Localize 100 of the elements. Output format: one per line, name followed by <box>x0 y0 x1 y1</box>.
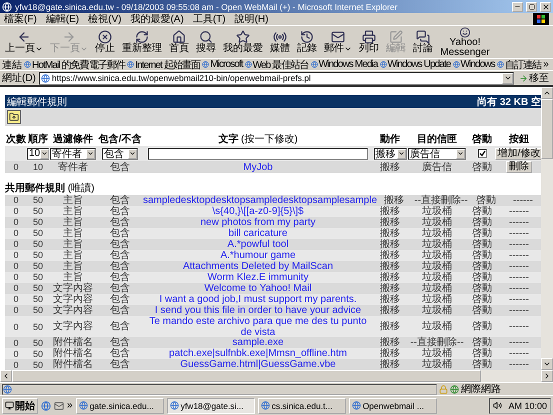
windows-logo-icon <box>533 13 549 25</box>
globe-icon <box>380 61 387 68</box>
link-item[interactable]: Microsoft <box>202 59 243 70</box>
dropdown-button[interactable] <box>502 72 513 84</box>
maximize-icon <box>528 4 534 10</box>
rule-text-link[interactable]: MyJob <box>143 162 373 173</box>
start-button[interactable]: 開始 <box>2 398 38 414</box>
toolbar-button[interactable]: 討論 <box>410 26 436 58</box>
close-icon <box>542 2 550 10</box>
rule-text-link[interactable]: GuessGame.html|GuessGame.vbe <box>143 359 373 370</box>
toolbar-button[interactable]: 搜尋 <box>193 26 219 58</box>
rule-text-link[interactable]: A.*powful tool <box>143 238 373 250</box>
column-header: 啓動 <box>471 132 493 146</box>
rule-text-link[interactable]: Welcome to Yahoo! Mail <box>143 282 373 294</box>
scrollbar-thumb[interactable] <box>541 99 553 159</box>
condition-cell-text: 包含 <box>109 337 131 348</box>
go-button[interactable]: 移至 <box>517 72 551 84</box>
link-item[interactable]: Internet 起始畫面 <box>127 58 200 72</box>
rule-text-link[interactable]: Worm Klez.E immunity <box>143 272 373 283</box>
taskbar-button[interactable]: yfw18@gate.si... <box>166 398 255 414</box>
button-cell-text: ------ <box>508 304 530 316</box>
menu-item[interactable]: 說明(H) <box>234 12 268 26</box>
rule-text-link[interactable]: sampledesktopdesktopsampledesktopsamplesample <box>143 194 378 206</box>
toolbar-button[interactable]: 停止 <box>92 26 118 58</box>
horizontal-scrollbar[interactable] <box>0 370 553 382</box>
menu-item[interactable]: 檢視(V) <box>88 12 122 26</box>
edit-icon <box>389 30 403 44</box>
field-cell-text: 主旨 <box>62 228 84 239</box>
rule-text-link[interactable]: I send you this file in order to have your advice <box>143 304 373 316</box>
menu-item[interactable]: 檔案(F) <box>4 12 37 26</box>
toolbar-button[interactable]: 列印 <box>356 26 382 58</box>
menu-item[interactable]: 我的最愛(A) <box>130 12 184 26</box>
link-item[interactable]: 自訂連結 <box>496 58 542 72</box>
menu-item[interactable]: 編輯(E) <box>46 12 80 26</box>
taskbar-button[interactable]: gate.sinica.edu... <box>76 398 164 414</box>
maximize-button[interactable] <box>526 2 537 12</box>
link-item[interactable]: HotMail 的免費電子郵件 <box>24 58 126 72</box>
rule-text-link[interactable]: bill caricature <box>143 228 373 239</box>
menu-item[interactable]: 工具(T) <box>192 12 226 26</box>
toolbar-button[interactable]: 上一頁 <box>2 26 46 58</box>
close-button[interactable] <box>540 2 551 12</box>
rule-text-link[interactable]: A.*humour game <box>143 250 373 261</box>
destination-cell-text: 垃圾桶 <box>421 238 453 250</box>
destination-cell-text: 垃圾桶 <box>421 260 453 272</box>
condition-cell-text: 包含 <box>109 206 131 217</box>
field-cell-text: 文字內容 <box>52 282 94 294</box>
rule-text-field[interactable] <box>148 148 368 160</box>
toolbar-button[interactable]: 郵件 <box>321 26 355 58</box>
rule-text-link[interactable]: patch.exe|sulfnbk.exe|Mmsn_offline.htm <box>143 348 373 359</box>
back-folder-button[interactable] <box>7 110 21 124</box>
destination-cell-text: 垃圾桶 <box>421 272 453 283</box>
link-item[interactable]: Web 最佳站台 <box>244 58 309 72</box>
field-cell-text: 主旨 <box>62 206 84 217</box>
action-select[interactable]: 搬移 <box>374 148 406 160</box>
caret-icon <box>87 150 94 158</box>
column-header: 按鈕 <box>508 132 530 146</box>
destination-select[interactable]: 廣告信 <box>408 148 466 160</box>
taskbar-button[interactable]: cs.sinica.edu.t... <box>258 398 346 414</box>
count-cell-text: 0 <box>12 322 20 332</box>
taskbar-button[interactable]: Openwebmail ... <box>348 398 437 414</box>
rule-text-link[interactable]: I want a good job,I must support my parents. <box>143 294 373 305</box>
toolbar-button[interactable]: 重新整理 <box>119 26 165 58</box>
globe-icon[interactable] <box>41 400 51 410</box>
minimize-icon <box>514 3 521 10</box>
toolbar-button[interactable]: Yahoo! Messenger <box>437 26 493 58</box>
toolbar-button[interactable]: 我的最愛 <box>220 26 266 58</box>
link-item[interactable]: Windows <box>452 59 495 70</box>
links-label: 連結 <box>2 58 22 72</box>
field-select[interactable]: 寄件者 <box>50 148 96 160</box>
link-item[interactable]: Windows Media <box>310 59 378 70</box>
rule-text-link[interactable]: new photos from my party <box>143 216 373 228</box>
toolbar-button[interactable]: 首頁 <box>166 26 192 58</box>
printer-icon <box>362 30 376 44</box>
rule-text-link[interactable]: \s{40,}\[[a-z0-9]{5}\]$ <box>143 206 373 217</box>
more-button[interactable]: » <box>67 400 73 411</box>
column-header: 次數 <box>5 132 27 146</box>
condition-select[interactable]: 包含 <box>102 148 138 160</box>
order-select[interactable]: 10 <box>27 148 49 160</box>
button-cell-text: ------ <box>508 294 530 305</box>
field-cell-text: 寄件者 <box>57 162 89 173</box>
browser-icon <box>2 2 12 12</box>
delete-button[interactable]: 刪除 <box>506 161 532 174</box>
rule-text-link[interactable]: Attachments Deleted by MailScan <box>143 260 373 272</box>
action-cell-text: 搬移 <box>379 359 401 370</box>
link-item[interactable]: Windows Update <box>380 59 451 70</box>
field-cell-text: 主旨 <box>62 260 84 272</box>
minimize-button[interactable] <box>512 2 523 12</box>
rule-text-link[interactable]: sample.exe <box>143 337 373 348</box>
vertical-scrollbar[interactable] <box>541 87 553 370</box>
status-cell-text: 啓動 <box>471 162 493 173</box>
address-field[interactable]: https://www.sinica.edu.tw/openwebmail210-bin/openwebmail-prefs.pl <box>38 72 514 84</box>
address-label: 網址(D) <box>2 72 36 85</box>
monitor-icon <box>5 401 14 410</box>
add-modify-button[interactable]: 增加/修改 <box>494 148 541 160</box>
more-links-button[interactable]: » <box>543 59 549 70</box>
enable-checkbox[interactable] <box>478 149 486 158</box>
mail-icon[interactable] <box>54 400 64 410</box>
toolbar-button[interactable]: 媒體 <box>267 26 293 58</box>
toolbar-button[interactable]: 記錄 <box>294 26 320 58</box>
scrollbar-thumb[interactable] <box>12 370 481 382</box>
